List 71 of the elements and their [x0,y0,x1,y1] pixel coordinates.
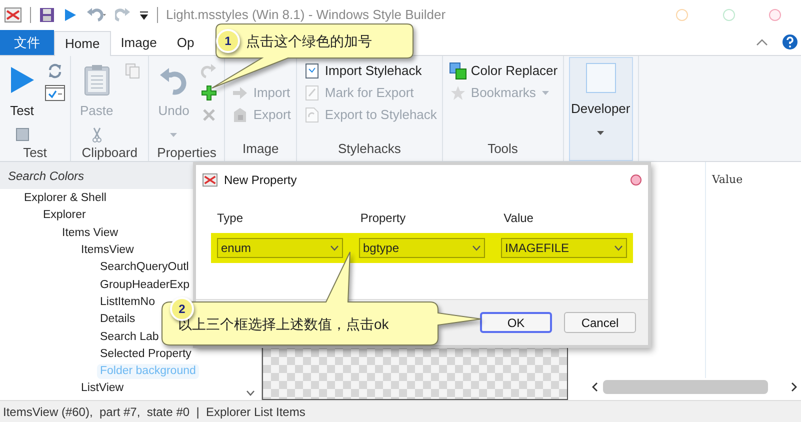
dialog-button[interactable]: OK [480,312,552,333]
callout-text: 点击这个绿色的加号 [246,32,372,51]
group-label: Stylehacks [336,140,402,158]
caret-icon [170,132,178,136]
tree-item[interactable]: Selected Property [97,346,194,362]
caret-icon [597,130,604,134]
group-label: Properties [156,144,218,162]
play-icon[interactable] [63,8,77,22]
scroll-down-icon[interactable] [246,390,255,396]
tree-item[interactable]: ListItemNo [97,294,158,310]
field-label: Property [360,211,406,225]
ribbon-tab[interactable]: Image [110,30,167,55]
document-icon [304,63,319,79]
caret-icon [542,91,549,95]
ribbon-button[interactable]: Import Stylehack [302,60,437,82]
import-icon [232,85,248,101]
export-icon [232,107,248,123]
field-label: Value [504,211,534,225]
app-logo-icon [202,173,218,187]
tree-item[interactable]: Details [97,312,138,328]
window-title: Light.msstyles (Win 8.1) - Windows Style Builder [166,6,446,24]
close-icon[interactable] [630,174,642,186]
chevron-down-icon [614,245,623,251]
chevron-down-icon [330,245,339,251]
ribbon-tab[interactable]: Home [54,31,111,56]
status-text: ItemsView (#60), part #7, state #0 | Explorer List Items [3,404,306,420]
ribbon-button[interactable]: Color Replacer [448,60,558,82]
tree-item[interactable]: ListView [78,381,127,396]
color-swap-icon [448,62,467,80]
chevron-down-icon [472,245,481,251]
save-icon[interactable] [39,7,55,23]
ribbon-tab[interactable]: Op [166,30,204,55]
tree-item[interactable]: ItemsView [78,243,137,258]
tree-item[interactable]: Explorer [40,208,89,224]
group-label: Image [242,140,280,158]
app-logo-icon [4,7,22,23]
tree-item[interactable]: Explorer & Shell [21,191,110,206]
document-icon [304,107,319,123]
document-icon [304,85,319,101]
undo-icon [158,65,189,95]
customize-menu-icon[interactable] [139,10,149,20]
scroll-right-icon[interactable] [790,382,798,392]
field-label: Type [217,211,244,225]
clipboard-icon [84,64,110,96]
dropdown-field[interactable]: IMAGEFILE [501,238,627,258]
tree-item[interactable]: GroupHeaderExp [97,278,192,293]
square-icon [586,63,616,93]
help-icon[interactable] [782,34,798,50]
ribbon-button[interactable]: Developer [568,57,633,161]
redo-icon[interactable] [115,7,131,23]
column-header: Value [712,173,743,186]
dropdown-field[interactable]: bgtype [359,238,485,258]
close-icon[interactable] [768,8,782,22]
group-label: Clipboard [80,144,138,162]
tree-item[interactable]: Search Lab [97,330,162,345]
dialog-title: New Property [224,172,297,189]
undo-icon[interactable] [85,7,107,23]
tree-item[interactable]: Items View [59,226,122,241]
play-icon [9,66,35,94]
scrollbar-thumb[interactable] [603,380,768,394]
star-icon [450,85,466,101]
tree-item[interactable]: SearchQueryOutl [97,260,192,276]
ribbon-button[interactable]: Test [5,60,39,142]
dialog-button[interactable]: Cancel [564,312,636,333]
group-label: Tools [486,140,519,158]
file-tab[interactable]: 文件 [0,30,54,55]
collapse-ribbon-icon[interactable] [756,38,768,46]
scroll-left-icon[interactable] [591,382,599,392]
dropdown-field[interactable]: enum [217,238,343,258]
stop-icon[interactable] [16,128,28,141]
group-label: Test [22,144,48,162]
